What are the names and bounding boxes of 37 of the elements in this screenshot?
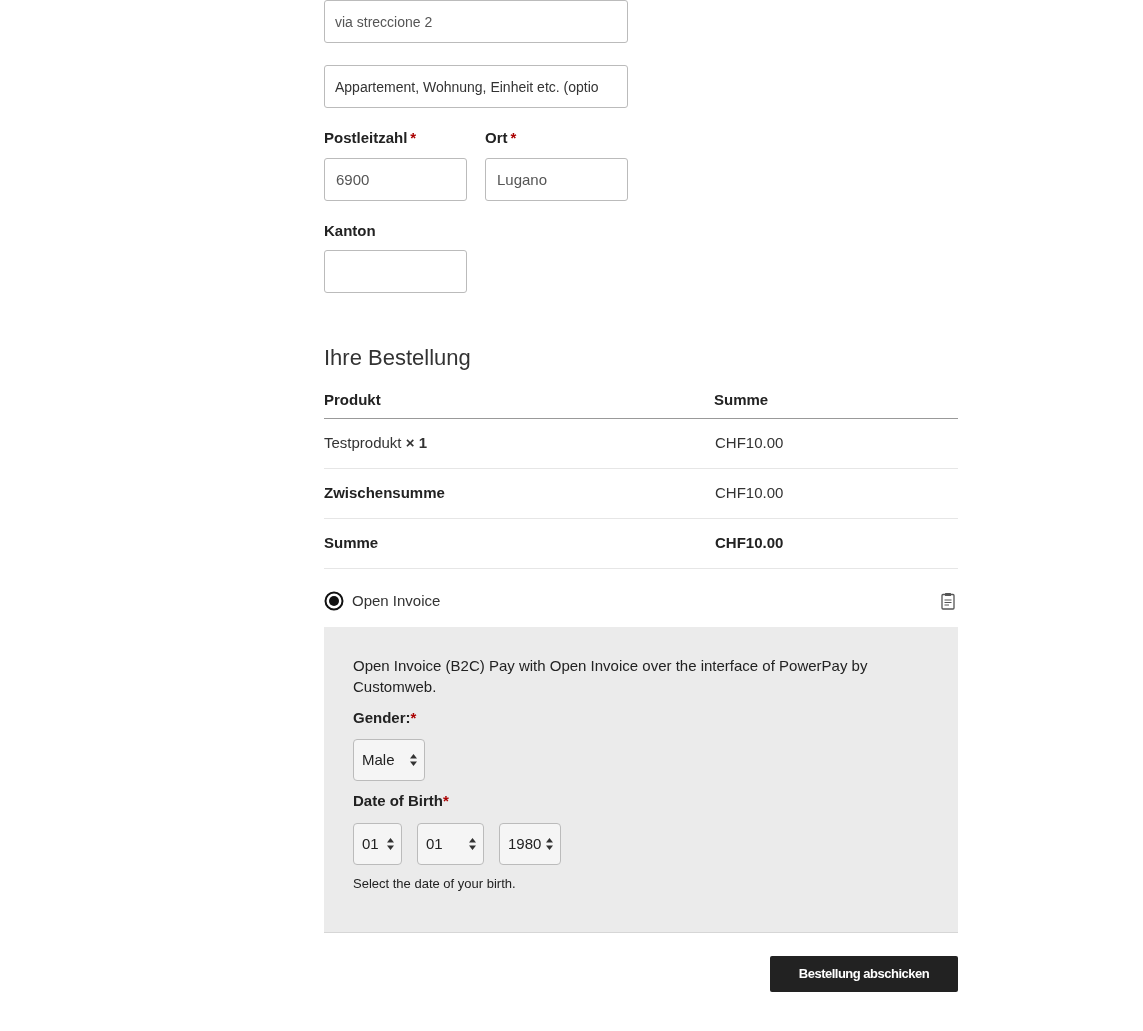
column-header: Produkt <box>324 390 381 411</box>
date-select[interactable]: 01 <box>353 823 402 865</box>
required-mark: * <box>410 127 417 148</box>
clipboard-icon <box>941 592 955 610</box>
up-down-caret-icon <box>410 754 417 766</box>
date-select[interactable]: 01 <box>417 823 484 865</box>
help-text: Select the date of your birth. <box>353 875 517 893</box>
required-mark: * <box>443 790 449 811</box>
up-down-caret-icon <box>469 838 476 850</box>
up-down-caret-icon <box>387 838 394 850</box>
field-label: Date of Birth <box>353 790 443 811</box>
required-mark: * <box>410 707 417 728</box>
table-cell-text: CHF10.00 <box>715 533 784 554</box>
input-field[interactable]: Appartement, Wohnung, Einheit etc. (optio <box>324 65 628 108</box>
field-label: Postleitzahl <box>324 127 408 148</box>
field-label: Gender: <box>353 707 411 728</box>
table-cell-text: CHF10.00 <box>715 483 784 504</box>
input-field[interactable]: Lugano <box>485 158 628 201</box>
table-cell-text: Testprodukt × 1 <box>324 433 427 454</box>
radio-option[interactable]: Open Invoice <box>324 589 441 613</box>
date-select[interactable]: 1980 <box>499 823 561 865</box>
input-field[interactable]: via streccione 2 <box>324 0 628 43</box>
table-cell-text: Summe <box>324 533 379 554</box>
input-field[interactable]: 6900 <box>324 158 467 201</box>
gender-select[interactable]: Male <box>353 739 425 781</box>
input-field[interactable] <box>324 250 467 293</box>
table-cell-text: CHF10.00 <box>715 433 784 454</box>
field-label: Ort <box>485 127 508 148</box>
field-label: Kanton <box>324 220 376 241</box>
required-mark: * <box>510 127 517 148</box>
radio-icon[interactable] <box>324 591 344 611</box>
up-down-caret-icon <box>546 838 553 850</box>
section-heading: Ihre Bestellung <box>324 344 472 372</box>
submit-order-button[interactable]: Bestellung abschicken <box>770 956 958 992</box>
payment-description: Open Invoice (B2C) Pay with Open Invoice over the interface of PowerPay by Customweb. <box>353 656 869 697</box>
column-header: Summe <box>714 390 769 411</box>
table-cell-text: Zwischensumme <box>324 483 445 504</box>
